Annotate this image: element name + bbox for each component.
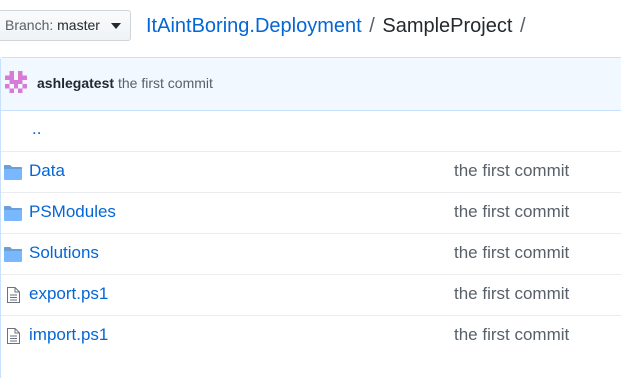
top-bar: Branch: master ItAintBoring.Deployment /… [0, 0, 621, 52]
file-name-link[interactable]: export.ps1 [29, 284, 108, 304]
file-row: export.ps1 the first commit [1, 274, 621, 315]
parent-directory-link[interactable]: .. [32, 119, 41, 139]
avatar[interactable] [5, 71, 27, 93]
breadcrumb-trailing-separator: / [519, 15, 526, 37]
branch-label: Branch: [5, 17, 54, 33]
breadcrumb-repo-link[interactable]: ItAintBoring.Deployment [146, 15, 362, 37]
file-commit-message[interactable]: the first commit [454, 202, 569, 222]
commit-author-link[interactable]: ashlegatest [37, 75, 114, 91]
latest-commit-bar: ashlegatest the first commit [1, 58, 621, 111]
folder-icon [4, 164, 22, 180]
file-row: import.ps1 the first commit [1, 315, 621, 356]
folder-icon [4, 246, 22, 262]
file-icon [4, 328, 22, 344]
file-row: Data the first commit [1, 151, 621, 192]
breadcrumb: ItAintBoring.Deployment / SampleProject … [146, 12, 528, 40]
file-commit-message[interactable]: the first commit [454, 243, 569, 263]
file-name-link[interactable]: PSModules [29, 202, 116, 222]
breadcrumb-current: SampleProject [382, 15, 513, 37]
file-list: ashlegatest the first commit .. Data the … [0, 57, 621, 378]
breadcrumb-separator: / [369, 15, 375, 37]
file-name-link[interactable]: Data [29, 161, 65, 181]
branch-value: master [57, 17, 100, 33]
file-row: Solutions the first commit [1, 233, 621, 274]
file-name-link[interactable]: Solutions [29, 243, 99, 263]
file-icon [4, 287, 22, 303]
branch-select-button[interactable]: Branch: master [0, 10, 131, 41]
caret-down-icon [111, 23, 121, 29]
file-commit-message[interactable]: the first commit [454, 284, 569, 304]
file-commit-message[interactable]: the first commit [454, 161, 569, 181]
commit-message[interactable]: the first commit [118, 75, 213, 91]
folder-icon [4, 205, 22, 221]
file-name-link[interactable]: import.ps1 [29, 325, 108, 345]
file-row: PSModules the first commit [1, 192, 621, 233]
file-commit-message[interactable]: the first commit [454, 325, 569, 345]
parent-directory-row: .. [1, 111, 621, 151]
